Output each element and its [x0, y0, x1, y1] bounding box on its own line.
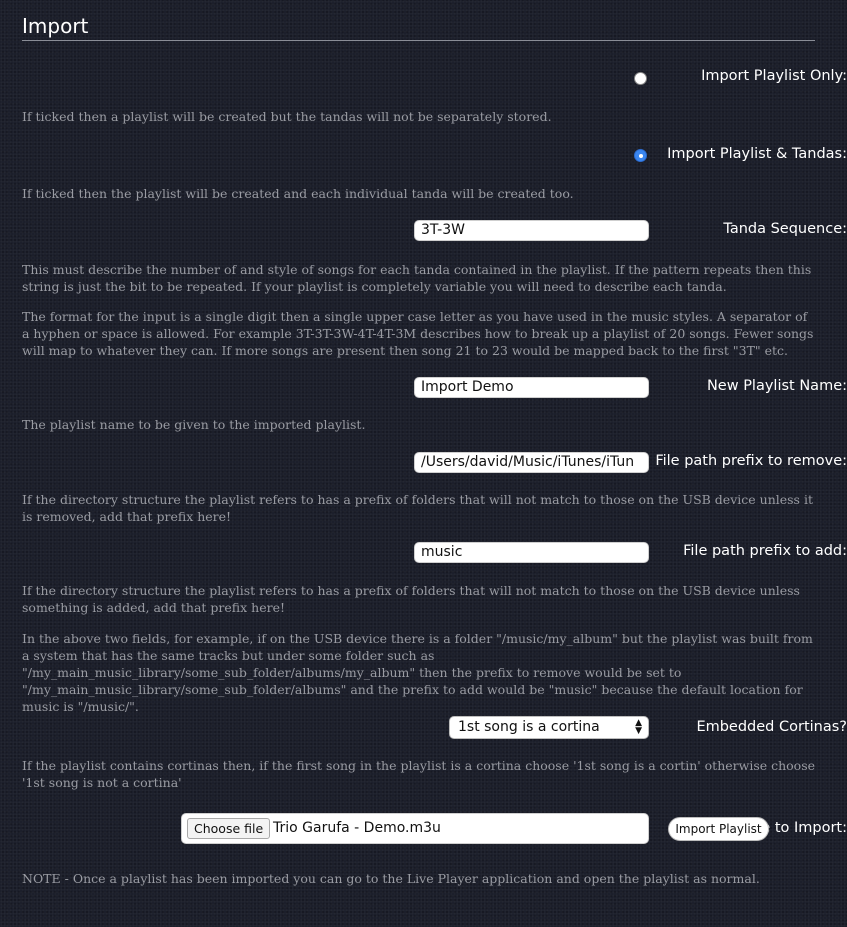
prefix-remove-input[interactable]: /Users/david/Music/iTunes/iTun [414, 452, 649, 473]
select-arrows-icon: ▲ ▼ [635, 718, 642, 736]
import-only-label: Import Playlist Only: [701, 68, 847, 84]
prefix-add-help: If the directory structure the playlist … [22, 583, 800, 615]
tanda-sequence-input[interactable]: 3T-3W [414, 220, 649, 241]
file-input[interactable]: Choose file Trio Garufa - Demo.m3u [181, 813, 649, 844]
playlist-name-input[interactable]: Import Demo [414, 377, 649, 398]
prefix-add-input[interactable]: music [414, 542, 649, 563]
prefix-example-help: In the above two fields, for example, if… [22, 631, 813, 714]
choose-file-button[interactable]: Choose file [187, 818, 271, 839]
cortinas-help: If the playlist contains cortinas then, … [22, 758, 816, 790]
import-playlist-button[interactable]: Import Playlist [668, 817, 769, 841]
prefix-remove-help: If the directory structure the playlist … [22, 492, 813, 524]
import-only-radio[interactable] [634, 72, 647, 85]
tanda-sequence-help: This must describe the number of and sty… [22, 262, 812, 294]
import-tandas-label: Import Playlist & Tandas: [667, 146, 847, 162]
import-only-help: If ticked then a playlist will be create… [22, 109, 552, 124]
playlist-name-help: The playlist name to be given to the imp… [22, 417, 366, 432]
import-tandas-radio[interactable] [634, 149, 647, 162]
cortinas-select[interactable]: 1st song is a cortina ▲ ▼ [449, 716, 649, 739]
selected-file-name: Trio Garufa - Demo.m3u [273, 820, 441, 836]
tanda-sequence-format-help: The format for the input is a single dig… [22, 309, 814, 358]
cortinas-selected-value: 1st song is a cortina [458, 719, 600, 735]
import-tandas-help: If ticked then the playlist will be crea… [22, 186, 574, 201]
title-divider [22, 40, 815, 41]
section-title: Import [22, 14, 89, 38]
import-note: NOTE - Once a playlist has been imported… [22, 871, 760, 886]
